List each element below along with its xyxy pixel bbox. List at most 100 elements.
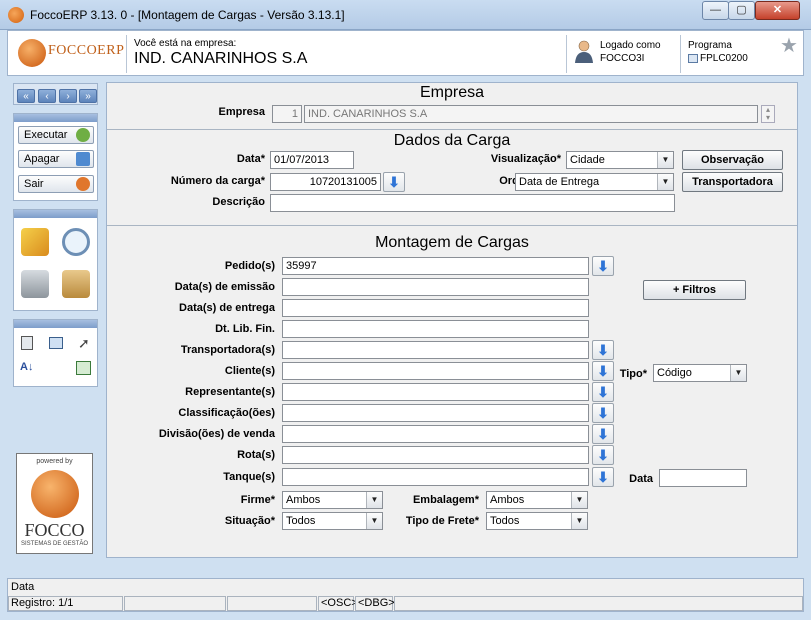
- gear-icon: [76, 128, 90, 142]
- lookup-arrow-icon[interactable]: ⬇: [592, 424, 614, 444]
- montagem-field-input[interactable]: [282, 446, 589, 464]
- lookup-arrow-icon[interactable]: ⬇: [592, 467, 614, 487]
- ordenacao-select[interactable]: Data de Entrega ▼: [515, 173, 674, 191]
- montagem-field-label: Classificação(ões): [178, 407, 275, 419]
- descricao-field[interactable]: [270, 194, 675, 212]
- montagem-field-input[interactable]: 35997: [282, 257, 589, 275]
- first-record-icon[interactable]: «: [17, 89, 35, 103]
- numero-carga-lookup-arrow-icon[interactable]: ⬇: [383, 172, 405, 192]
- mais-filtros-button[interactable]: + Filtros: [643, 280, 746, 300]
- tipo-frete-label: Tipo de Frete*: [405, 515, 479, 527]
- chevron-down-icon: ▼: [366, 492, 382, 508]
- close-button[interactable]: ✕: [755, 1, 800, 20]
- status-osc: <OSC>: [318, 596, 358, 611]
- firme-label: Firme*: [240, 494, 275, 506]
- clean-broom-icon[interactable]: [21, 228, 49, 256]
- company-name: IND. CANARINHOS S.A: [134, 50, 308, 67]
- chevron-down-icon: ▼: [657, 152, 673, 168]
- exit-label: Sair: [24, 178, 44, 190]
- montagem-field-input[interactable]: [282, 468, 589, 486]
- chevron-down-icon: ▼: [571, 513, 587, 529]
- header-bar: FOCCOERP Você está na empresa: IND. CANA…: [7, 30, 804, 76]
- tanque-data-field[interactable]: [659, 469, 747, 487]
- montagem-field-input[interactable]: [282, 383, 589, 401]
- app-icon: [8, 7, 24, 23]
- execute-button[interactable]: Executar: [18, 126, 94, 144]
- program-caption: Programa: [688, 40, 732, 51]
- empresa-name-field[interactable]: IND. CANARINHOS S.A: [304, 105, 758, 123]
- divider: [107, 129, 797, 130]
- numero-carga-field[interactable]: 10720131005: [270, 173, 381, 191]
- numero-carga-label: Número da carga*: [170, 175, 265, 187]
- chevron-down-icon: ▼: [657, 174, 673, 190]
- export-icon[interactable]: [76, 361, 91, 375]
- tipo-frete-select[interactable]: Todos ▼: [486, 512, 588, 530]
- printer-icon[interactable]: [21, 270, 49, 298]
- situacao-select[interactable]: Todos ▼: [282, 512, 383, 530]
- status-message: Data: [11, 581, 35, 593]
- cursor-arrow-icon[interactable]: ➚: [78, 336, 90, 350]
- favorite-star-icon[interactable]: ★: [780, 33, 798, 58]
- tools-panel: [13, 209, 98, 311]
- lookup-arrow-icon[interactable]: ⬇: [592, 403, 614, 423]
- montagem-field-input[interactable]: [282, 341, 589, 359]
- logged-user: FOCCO3I: [600, 53, 645, 64]
- divider: [107, 225, 797, 226]
- lookup-arrow-icon[interactable]: ⬇: [592, 382, 614, 402]
- montagem-field-label: Representante(s): [185, 386, 275, 398]
- minimize-button[interactable]: —: [702, 1, 729, 20]
- previous-record-icon[interactable]: ‹: [38, 89, 56, 103]
- data-field[interactable]: 01/07/2013: [270, 151, 354, 169]
- trash-icon: [76, 152, 90, 166]
- visualizacao-value: Cidade: [570, 154, 605, 166]
- sort-az-icon[interactable]: A↓: [20, 361, 33, 373]
- montagem-field-input[interactable]: [282, 278, 589, 296]
- window-title: FoccoERP 3.13. 0 - [Montagem de Cargas -…: [30, 8, 345, 22]
- delete-button[interactable]: Apagar: [18, 150, 94, 168]
- lookup-arrow-icon[interactable]: ⬇: [592, 256, 614, 276]
- last-record-icon[interactable]: »: [79, 89, 97, 103]
- focco-logo-icon: [18, 39, 46, 67]
- embalagem-select[interactable]: Ambos ▼: [486, 491, 588, 509]
- montagem-field-label: Tanque(s): [223, 471, 275, 483]
- undo-arrow-icon: [76, 177, 90, 191]
- powered-by-box: powered by FOCCO SISTEMAS DE GESTÃO: [16, 453, 93, 554]
- empresa-spinner[interactable]: ▴ ▾: [761, 105, 775, 123]
- montagem-field-input[interactable]: [282, 404, 589, 422]
- montagem-field-label: Divisão(ões) de venda: [158, 428, 275, 440]
- firme-select[interactable]: Ambos ▼: [282, 491, 383, 509]
- exit-button[interactable]: Sair: [18, 175, 94, 193]
- lookup-arrow-icon[interactable]: ⬇: [592, 445, 614, 465]
- montagem-field-input[interactable]: [282, 425, 589, 443]
- tipo-value: Código: [657, 367, 692, 379]
- empresa-section-title: Empresa: [419, 84, 485, 101]
- transportadora-button[interactable]: Transportadora: [682, 172, 783, 192]
- maximize-button[interactable]: ▢: [728, 1, 755, 20]
- montagem-field-input[interactable]: [282, 362, 589, 380]
- tipo-frete-value: Todos: [490, 515, 520, 527]
- app-logo-text: FOCCOERP: [48, 43, 125, 58]
- calendar-icon[interactable]: [49, 337, 63, 349]
- lookup-arrow-icon[interactable]: ⬇: [592, 340, 614, 360]
- observacao-button[interactable]: Observação: [682, 150, 783, 170]
- empresa-code-field[interactable]: 1: [272, 105, 302, 123]
- visualizacao-select[interactable]: Cidade ▼: [566, 151, 674, 169]
- next-record-icon[interactable]: ›: [59, 89, 77, 103]
- status-cell: [394, 596, 803, 611]
- search-zoom-icon[interactable]: [62, 228, 90, 256]
- company-caption: Você está na empresa:: [134, 38, 237, 49]
- situacao-value: Todos: [286, 515, 316, 527]
- chevron-down-icon: ▼: [571, 492, 587, 508]
- montagem-field-input[interactable]: [282, 320, 589, 338]
- calculator-icon[interactable]: [21, 336, 33, 350]
- empresa-label: Empresa: [218, 106, 265, 118]
- actions-panel: Executar Apagar Sair: [13, 113, 98, 201]
- tanque-data-label: Data: [629, 473, 653, 485]
- tipo-select[interactable]: Código ▼: [653, 364, 747, 382]
- descricao-label: Descrição: [212, 196, 265, 208]
- montagem-field-input[interactable]: [282, 299, 589, 317]
- montagem-field-label: Data(s) de entrega: [179, 302, 275, 314]
- header-divider: [126, 35, 127, 73]
- help-box-icon[interactable]: [62, 270, 90, 298]
- delete-label: Apagar: [24, 153, 60, 165]
